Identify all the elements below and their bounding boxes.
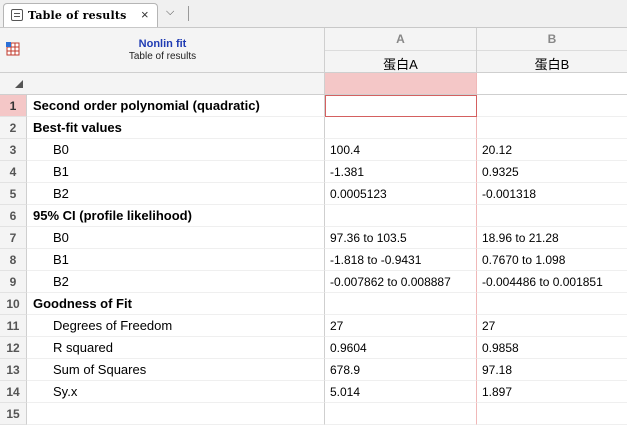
column-letter-a: A	[396, 32, 405, 46]
row-label[interactable]: Second order polynomial (quadratic)	[27, 95, 325, 117]
row-label[interactable]: Best-fit values	[27, 117, 325, 139]
row-number[interactable]: 9	[0, 271, 27, 293]
table-row: 8 B1 -1.818 to -0.9431 0.7670 to 1.098	[0, 249, 627, 271]
row-number[interactable]: 15	[0, 403, 27, 425]
row-number[interactable]: 5	[0, 183, 27, 205]
sheet-header-corner: Nonlin fit Table of results	[0, 28, 325, 73]
cell-column-b[interactable]	[477, 293, 627, 315]
column-b-subheader[interactable]	[477, 73, 627, 95]
tab-title: Table of results	[28, 9, 127, 22]
cell-column-b[interactable]	[477, 205, 627, 227]
tab-table-of-results[interactable]: Table of results ×	[3, 3, 158, 27]
cell-column-b[interactable]: 27	[477, 315, 627, 337]
table-row: 14 Sy.x 5.014 1.897	[0, 381, 627, 403]
cell-column-a[interactable]: 5.014	[325, 381, 477, 403]
cell-column-a[interactable]: 678.9	[325, 359, 477, 381]
cell-column-a[interactable]: 27	[325, 315, 477, 337]
table-row: 12 R squared 0.9604 0.9858	[0, 337, 627, 359]
resize-corner-icon[interactable]	[15, 80, 23, 88]
chevron-down-icon[interactable]: ⌵	[166, 6, 180, 20]
cell-column-a[interactable]: 0.9604	[325, 337, 477, 359]
column-name-b[interactable]: 蛋白B	[477, 50, 627, 73]
row-number[interactable]: 4	[0, 161, 27, 183]
table-row: 3 B0 100.4 20.12	[0, 139, 627, 161]
cell-column-b[interactable]: 1.897	[477, 381, 627, 403]
row-number[interactable]: 14	[0, 381, 27, 403]
row-label[interactable]: Degrees of Freedom	[27, 315, 325, 337]
cell-column-a[interactable]: 97.36 to 103.5	[325, 227, 477, 249]
cell-column-b[interactable]: -0.001318	[477, 183, 627, 205]
row-label[interactable]: B2	[27, 271, 325, 293]
cell-column-b[interactable]: -0.004486 to 0.001851	[477, 271, 627, 293]
row-label[interactable]: Sy.x	[27, 381, 325, 403]
column-header-b[interactable]: B 蛋白B	[477, 28, 627, 73]
row-label[interactable]: R squared	[27, 337, 325, 359]
row-number[interactable]: 1	[0, 95, 27, 117]
cell-column-a[interactable]: -1.818 to -0.9431	[325, 249, 477, 271]
cell-column-a[interactable]: 100.4	[325, 139, 477, 161]
cell-column-a[interactable]	[325, 403, 477, 425]
table-row: 6 95% CI (profile likelihood)	[0, 205, 627, 227]
sheet-subtitle: Table of results	[128, 51, 197, 62]
sheet-title: Nonlin fit	[138, 38, 187, 50]
close-icon[interactable]: ×	[141, 7, 149, 22]
cell-column-b[interactable]	[477, 95, 627, 117]
row-number[interactable]: 8	[0, 249, 27, 271]
table-row: 5 B2 0.0005123 -0.001318	[0, 183, 627, 205]
table-row: 1 Second order polynomial (quadratic)	[0, 95, 627, 117]
cell-column-a[interactable]	[325, 205, 477, 227]
row-label[interactable]: B1	[27, 249, 325, 271]
table-row: 11 Degrees of Freedom 27 27	[0, 315, 627, 337]
cell-column-a[interactable]: -0.007862 to 0.008887	[325, 271, 477, 293]
cell-column-a[interactable]	[325, 293, 477, 315]
row-number[interactable]: 7	[0, 227, 27, 249]
row-label[interactable]: Goodness of Fit	[27, 293, 325, 315]
cell-column-a[interactable]	[325, 117, 477, 139]
row-number[interactable]: 10	[0, 293, 27, 315]
cell-column-a[interactable]: 0.0005123	[325, 183, 477, 205]
cell-column-b[interactable]: 0.9325	[477, 161, 627, 183]
cell-column-a[interactable]: -1.381	[325, 161, 477, 183]
row-number[interactable]: 12	[0, 337, 27, 359]
row-label[interactable]: 95% CI (profile likelihood)	[27, 205, 325, 227]
cell-column-b[interactable]: 20.12	[477, 139, 627, 161]
cell-column-b[interactable]: 0.7670 to 1.098	[477, 249, 627, 271]
cell-column-b[interactable]	[477, 403, 627, 425]
tab-separator	[188, 6, 189, 21]
row-label[interactable]: B1	[27, 161, 325, 183]
column-letter-b: B	[547, 32, 557, 46]
row-number[interactable]: 3	[0, 139, 27, 161]
column-name-a[interactable]: 蛋白A	[325, 50, 476, 73]
row-label[interactable]: Sum of Squares	[27, 359, 325, 381]
table-row: 4 B1 -1.381 0.9325	[0, 161, 627, 183]
table-row: 10 Goodness of Fit	[0, 293, 627, 315]
cell-column-b[interactable]: 18.96 to 21.28	[477, 227, 627, 249]
table-row: 2 Best-fit values	[0, 117, 627, 139]
row-number[interactable]: 2	[0, 117, 27, 139]
column-header-a[interactable]: A 蛋白A	[325, 28, 477, 73]
row-number[interactable]: 11	[0, 315, 27, 337]
row-label[interactable]	[27, 403, 325, 425]
row-header-corner	[0, 73, 325, 95]
table-row: 7 B0 97.36 to 103.5 18.96 to 21.28	[0, 227, 627, 249]
table-row: 9 B2 -0.007862 to 0.008887 -0.004486 to 0.0…	[0, 271, 627, 293]
row-label[interactable]: B0	[27, 139, 325, 161]
cell-column-a[interactable]	[325, 95, 477, 117]
table-icon	[11, 9, 23, 21]
row-number[interactable]: 6	[0, 205, 27, 227]
cell-column-b[interactable]: 97.18	[477, 359, 627, 381]
cell-column-b[interactable]	[477, 117, 627, 139]
column-a-subheader[interactable]	[325, 73, 477, 95]
row-number[interactable]: 13	[0, 359, 27, 381]
table-row: 13 Sum of Squares 678.9 97.18	[0, 359, 627, 381]
table-row: 15	[0, 403, 627, 425]
tab-bar: Table of results × ⌵	[0, 0, 627, 27]
results-sheet: Nonlin fit Table of results A 蛋白A B 蛋白B …	[0, 27, 627, 425]
cell-column-b[interactable]: 0.9858	[477, 337, 627, 359]
row-label[interactable]: B2	[27, 183, 325, 205]
row-label[interactable]: B0	[27, 227, 325, 249]
